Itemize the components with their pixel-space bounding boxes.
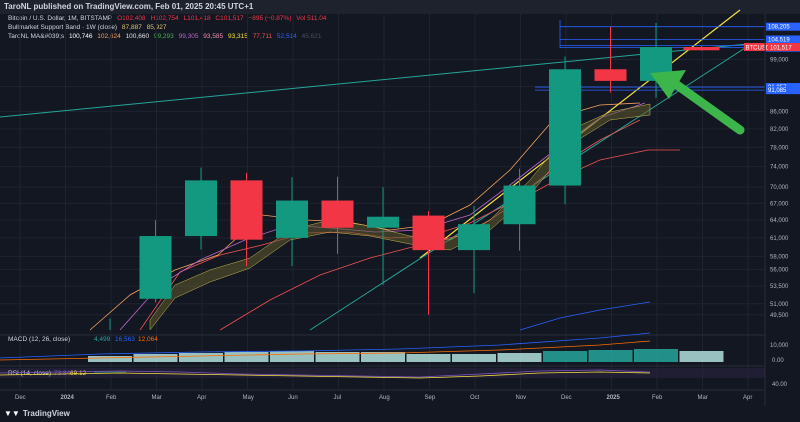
price-axis-label: 64,000	[770, 218, 789, 224]
tv-icon: ▼▼	[4, 409, 20, 418]
time-axis-label: 2024	[61, 395, 75, 401]
price-axis-label: 82,000	[770, 127, 789, 133]
time-axis-label: Aug	[379, 395, 390, 401]
candle	[139, 220, 172, 303]
chart-svg: 99,00092,00086,00082,00078,00074,00070,0…	[0, 9, 800, 406]
macd-bar	[179, 353, 223, 362]
candle-body	[683, 47, 720, 51]
time-axis-label: Mar	[152, 395, 162, 401]
time-axis-label: Nov	[516, 395, 527, 401]
rsi-title: RSI (14, close)	[8, 370, 51, 377]
macd-axis-0: 10,000	[770, 343, 789, 349]
candle-body	[458, 224, 490, 251]
time-axis-label: 2025	[607, 395, 621, 401]
candle	[230, 172, 263, 267]
candle-body	[503, 185, 536, 225]
hline-label: 108,205	[768, 25, 790, 31]
candles	[94, 22, 720, 373]
macd-bar	[224, 352, 269, 362]
time-axis-label: Mar	[698, 395, 708, 401]
candle-body	[549, 69, 581, 186]
macd-value-2: 16,563	[115, 336, 135, 343]
macd-bar	[88, 356, 132, 362]
price-axis-label: 70,000	[770, 185, 789, 191]
brand-text: TradingView	[22, 409, 70, 418]
price-axis-label: 49,500	[770, 313, 789, 319]
time-axis: Dec 2024 Feb Mar Apr May Jun Jul Aug Sep Oct Nov Dec…	[15, 395, 752, 401]
candle	[185, 167, 217, 250]
macd-bar	[634, 349, 678, 362]
macd-bar	[588, 350, 633, 362]
macd-bar	[452, 354, 496, 362]
macd-histogram	[88, 349, 724, 362]
arrow-shaft	[665, 75, 745, 135]
price-tag: BTCUSD 101,517	[744, 43, 800, 52]
price-axis-label: 78,000	[770, 145, 789, 151]
time-axis-label: Jun	[288, 395, 298, 401]
time-axis-label: Oct	[470, 395, 480, 401]
macd-bar	[543, 351, 587, 362]
candle	[412, 211, 445, 315]
macd-bar	[133, 354, 178, 362]
chart-screenshot: { "header": { "published": "TaroNL publi…	[0, 0, 800, 422]
price-axis: 99,00092,00086,00082,00078,00074,00070,0…	[770, 57, 789, 318]
candle-body	[185, 180, 217, 237]
macd-value-3: 12,064	[138, 336, 158, 343]
candle	[276, 177, 308, 267]
candle	[321, 176, 354, 254]
time-axis-label: Apr	[743, 395, 752, 401]
price-axis-label: 58,000	[770, 254, 789, 260]
hline-label: 91,085	[768, 88, 787, 94]
time-axis-label: Sep	[425, 395, 436, 401]
price-axis-label: 61,000	[770, 236, 789, 242]
macd-pane: MACD (12, 26, close) 4,499 16,563 12,064…	[0, 332, 789, 364]
candle	[94, 318, 126, 373]
tradingview-logo: ▼▼ TradingView	[4, 409, 70, 418]
rsi-pane: RSI (14, close) 73.84 69.12 40.00	[0, 368, 788, 388]
price-tag-value: 101,517	[770, 46, 792, 52]
macd-bar	[497, 353, 542, 362]
macd-bar	[270, 351, 314, 362]
rsi-axis-0: 40.00	[772, 382, 788, 388]
candle	[683, 45, 720, 51]
candle-body	[276, 200, 308, 238]
time-axis-label: Jul	[334, 395, 342, 401]
price-axis-label: 56,000	[770, 267, 789, 273]
time-axis-label: Apr	[197, 395, 206, 401]
macd-axis-1: 0.00	[772, 358, 784, 364]
price-tag-symbol: BTCUSD	[746, 46, 771, 52]
time-axis-label: Dec	[561, 395, 572, 401]
price-axis-label: 99,000	[770, 57, 789, 63]
price-axis-label: 51,000	[770, 302, 789, 308]
trendlines	[0, 9, 749, 331]
time-axis-label: Dec	[15, 395, 26, 401]
candle	[549, 56, 581, 205]
macd-value-1: 4,499	[94, 336, 111, 343]
ma-blue	[519, 301, 651, 331]
macd-title: MACD (12, 26, close)	[8, 336, 70, 343]
macd-bar	[406, 354, 451, 362]
time-axis-label: Feb	[652, 395, 663, 401]
price-axis-label: 67,000	[770, 201, 789, 207]
macd-bar	[679, 351, 724, 362]
candle-body	[594, 69, 627, 81]
green-arrow	[650, 70, 745, 135]
time-axis-label: Feb	[106, 395, 117, 401]
candle-body	[412, 215, 445, 251]
time-axis-label: May	[243, 395, 254, 401]
price-axis-label: 74,000	[770, 165, 789, 171]
candle-body	[321, 200, 354, 228]
price-axis-label: 53,500	[770, 284, 789, 290]
candle-body	[139, 236, 172, 299]
price-axis-label: 86,000	[770, 109, 789, 115]
candle-body	[230, 180, 263, 240]
footer: ▼▼ TradingView	[0, 406, 800, 422]
candle	[458, 206, 490, 294]
candle-body	[367, 216, 399, 228]
